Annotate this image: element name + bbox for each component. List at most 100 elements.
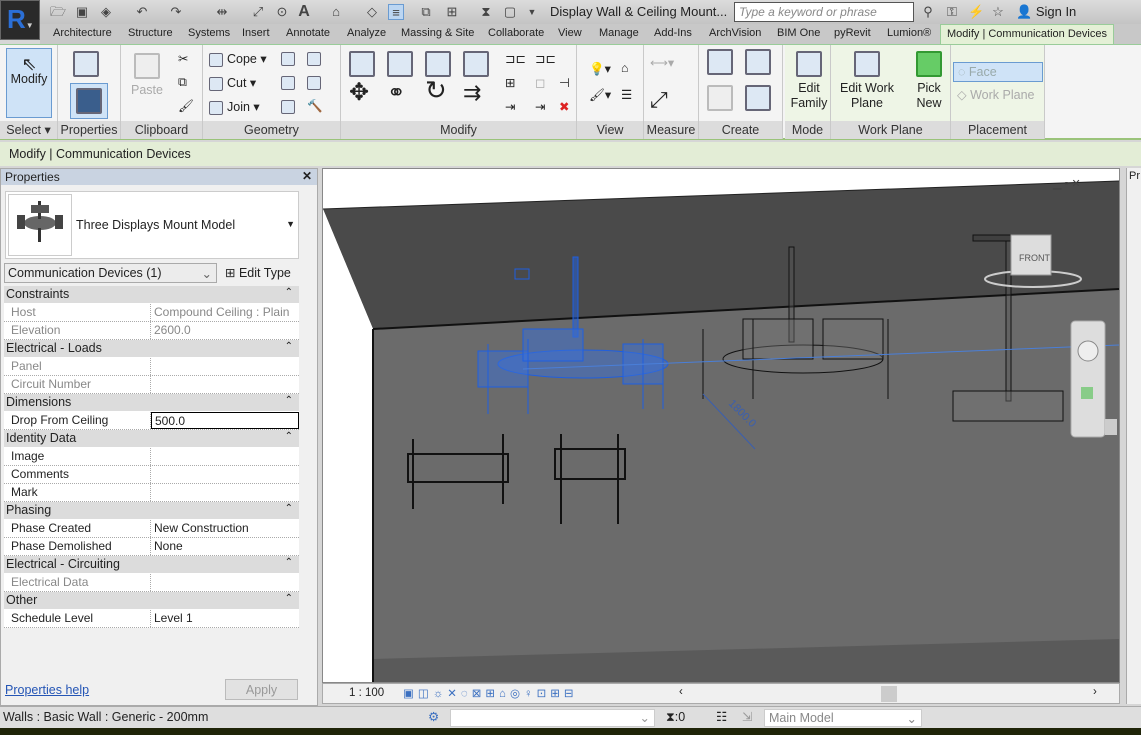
collapse-icon[interactable]: ⌃ xyxy=(285,395,293,406)
property-value[interactable]: New Construction xyxy=(151,520,299,537)
design-options-icon[interactable]: ⇲ xyxy=(742,709,752,724)
close-icon[interactable]: ✕ xyxy=(302,169,312,183)
trim-multiple-icon[interactable]: ⇥ xyxy=(505,99,515,114)
property-value[interactable]: 500.0 xyxy=(151,412,299,429)
sync-icon[interactable]: ◈ xyxy=(98,4,114,20)
active-workset-dropdown[interactable]: ⌄ xyxy=(450,709,655,727)
scroll-right-icon[interactable]: › xyxy=(1093,686,1097,698)
editing-requests-icon[interactable]: ☷ xyxy=(716,709,727,724)
cut-scissors-icon[interactable]: ✂ xyxy=(178,51,188,66)
tab-massing-site[interactable]: Massing & Site xyxy=(401,27,474,39)
horizontal-scrollbar-thumb[interactable] xyxy=(881,686,897,702)
filter-icon[interactable]: ⧗ xyxy=(478,4,494,20)
view-cube-icon[interactable]: ▢ xyxy=(502,4,518,20)
property-value[interactable]: None xyxy=(151,538,299,555)
edit-work-plane-button[interactable]: Edit Work Plane xyxy=(835,51,899,111)
measure-between-icon[interactable]: ⟷▾ xyxy=(650,55,674,70)
cut-geometry-button[interactable]: Cut ▾ xyxy=(209,75,256,91)
select-dropdown[interactable]: Select ▾ xyxy=(0,121,57,139)
paint-icon[interactable] xyxy=(281,99,299,114)
collapse-icon[interactable]: ⌃ xyxy=(285,341,293,352)
property-group-header[interactable]: Identity Data ⌃ xyxy=(4,430,299,448)
demolish-icon[interactable] xyxy=(307,51,325,66)
collapse-icon[interactable]: ⌃ xyxy=(285,287,293,298)
hide-in-view-icon[interactable]: 💡▾ xyxy=(589,61,611,77)
properties-toggle-button[interactable] xyxy=(70,83,108,119)
tag-icon[interactable]: ⊙ xyxy=(274,4,290,20)
tab-architecture[interactable]: Architecture xyxy=(53,27,112,39)
paste-button[interactable]: Paste xyxy=(131,53,163,98)
3d-scene[interactable]: 1800.0 FRONT ▁ ▫ ✕ xyxy=(322,169,1120,682)
delete-icon[interactable]: ✖ xyxy=(559,99,569,114)
property-group-header[interactable]: Dimensions ⌃ xyxy=(4,394,299,412)
tab-systems[interactable]: Systems xyxy=(188,27,230,39)
property-group-header[interactable]: Electrical - Circuiting ⌃ xyxy=(4,556,299,574)
dimension-icon[interactable]: ⤢ xyxy=(650,87,668,113)
work-plane-placement-button[interactable]: ◇ Work Plane xyxy=(957,87,1034,102)
filter-count[interactable]: ⧗:0 xyxy=(666,710,685,725)
split-element-icon[interactable]: ⊐⊏ xyxy=(505,51,526,66)
property-value[interactable] xyxy=(151,466,299,483)
thin-lines-icon[interactable]: ≡ xyxy=(388,4,404,20)
property-value[interactable] xyxy=(151,448,299,465)
tab-lumion[interactable]: Lumion® xyxy=(887,27,931,39)
pin-icon[interactable]: ⊣ xyxy=(559,75,570,90)
align-icon[interactable] xyxy=(349,51,375,81)
create-parts-icon[interactable] xyxy=(707,49,733,79)
tab-insert[interactable]: Insert xyxy=(242,27,270,39)
face-button[interactable]: ◌ Face xyxy=(953,62,1043,82)
line-style-icon[interactable]: ☰ xyxy=(621,87,632,102)
vertical-scrollbar[interactable] xyxy=(1105,419,1117,435)
hammer-icon[interactable]: 🔨 xyxy=(307,99,323,114)
edit-type-button[interactable]: ⊞ Edit Type xyxy=(223,263,293,282)
copy-element-icon[interactable]: ⚭ xyxy=(387,82,405,104)
section-icon[interactable]: ◇ xyxy=(364,4,380,20)
tab-collaborate[interactable]: Collaborate xyxy=(488,27,544,39)
binoculars-icon[interactable]: ⚲ xyxy=(920,4,936,20)
split-face-icon[interactable] xyxy=(281,75,299,90)
tab-bim-one[interactable]: BIM One xyxy=(777,27,820,39)
tab-add-ins[interactable]: Add-Ins xyxy=(654,27,692,39)
array-icon[interactable]: ⊞ xyxy=(505,75,515,90)
worksets-icon[interactable]: ⚙ xyxy=(428,709,439,724)
close-hidden-icon[interactable]: ⧉ xyxy=(418,4,434,20)
property-group-header[interactable]: Other ⌃ xyxy=(4,592,299,610)
match-properties-icon[interactable]: 🖌 xyxy=(178,99,194,114)
3d-viewport[interactable]: 1800.0 FRONT ▁ ▫ ✕ xyxy=(322,168,1120,683)
modify-button[interactable]: ⇖ Modify xyxy=(6,48,52,118)
join-button[interactable]: Join ▾ xyxy=(209,99,260,115)
collapse-icon[interactable]: ⌃ xyxy=(285,431,293,442)
offset-icon[interactable] xyxy=(387,51,413,81)
project-browser-collapsed[interactable]: Pr xyxy=(1126,168,1141,704)
split-gap-icon[interactable]: ⊐⊏ xyxy=(535,51,556,66)
collapse-icon[interactable]: ⌃ xyxy=(285,503,293,514)
customize-dropdown-icon[interactable]: ▼ xyxy=(524,4,540,20)
trim-extend-icon[interactable]: ⇉ xyxy=(463,82,481,104)
type-selector[interactable]: Three Displays Mount Model ▼ xyxy=(5,191,299,259)
cope-button[interactable]: Cope ▾ xyxy=(209,51,267,67)
create-similar-icon[interactable] xyxy=(745,49,771,79)
wall-joins-icon[interactable] xyxy=(281,51,299,66)
3d-view-icon[interactable]: ⌂ xyxy=(328,4,344,20)
pick-new-button[interactable]: Pick New xyxy=(909,51,949,111)
tab-modify-communication-devices[interactable]: Modify | Communication Devices xyxy=(940,24,1114,45)
undo-icon[interactable]: ↶ xyxy=(134,4,150,20)
category-filter-dropdown[interactable]: Communication Devices (1) ⌄ xyxy=(4,263,217,283)
create-assembly-icon[interactable] xyxy=(707,85,733,115)
tab-structure[interactable]: Structure xyxy=(128,27,173,39)
application-menu-button[interactable]: R▼ xyxy=(0,0,40,40)
sign-in-button[interactable]: 👤 Sign In xyxy=(1016,4,1076,20)
open-icon[interactable]: 🗁 xyxy=(50,4,66,20)
property-value[interactable] xyxy=(151,484,299,501)
measure-icon[interactable]: ⇹ xyxy=(214,4,230,20)
property-group-header[interactable]: Electrical - Loads ⌃ xyxy=(4,340,299,358)
join-roof-icon[interactable] xyxy=(307,75,325,90)
design-option-dropdown[interactable]: Main Model ⌄ xyxy=(764,709,922,727)
subscription-icon[interactable]: ⚿ xyxy=(944,4,960,20)
tab-manage[interactable]: Manage xyxy=(599,27,639,39)
edit-family-button[interactable]: Edit Family xyxy=(789,51,829,111)
linework-brush-icon[interactable]: 🖌▾ xyxy=(589,87,611,103)
property-group-header[interactable]: Phasing ⌃ xyxy=(4,502,299,520)
copy-icon[interactable]: ⧉ xyxy=(178,75,187,90)
type-properties-icon[interactable] xyxy=(73,51,99,81)
